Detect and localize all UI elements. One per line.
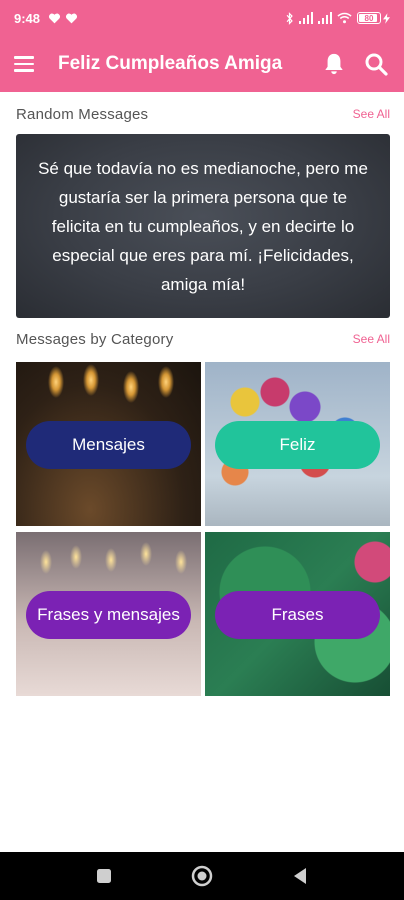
category-grid: Mensajes Feliz Frases y mensajes Frases — [16, 362, 390, 696]
category-tile-frases[interactable]: Frases — [205, 532, 390, 696]
signal-icon — [318, 12, 332, 24]
status-bar: 9:48 80 — [0, 0, 404, 36]
category-button-frases[interactable]: Frases — [215, 591, 380, 639]
app-title: Feliz Cumpleaños Amiga — [58, 53, 283, 74]
app-actions — [320, 50, 390, 78]
circle-icon[interactable] — [190, 864, 214, 888]
charging-icon — [383, 12, 390, 24]
random-see-all-link[interactable]: See All — [353, 107, 390, 121]
heart-icon — [49, 13, 61, 24]
status-right: 80 — [285, 11, 390, 25]
square-icon[interactable] — [92, 864, 116, 888]
status-time: 9:48 — [14, 10, 41, 26]
search-icon[interactable] — [362, 50, 390, 78]
random-message-text: Sé que todavía no es medianoche, pero me… — [38, 158, 368, 294]
bluetooth-icon — [286, 11, 293, 25]
random-messages-header: Random Messages See All — [16, 103, 390, 125]
heart-icon — [66, 13, 78, 24]
triangle-back-icon[interactable] — [288, 864, 312, 888]
category-header: Messages by Category See All — [16, 328, 390, 350]
category-button-feliz[interactable]: Feliz — [215, 421, 380, 469]
menu-icon[interactable] — [14, 50, 42, 78]
category-tile-frases-y-mensajes[interactable]: Frases y mensajes — [16, 532, 201, 696]
signal-icon — [299, 12, 313, 24]
status-notification-icons — [48, 12, 78, 24]
system-nav-bar — [0, 852, 404, 900]
category-button-mensajes[interactable]: Mensajes — [26, 421, 191, 469]
category-button-frases-y-mensajes[interactable]: Frases y mensajes — [26, 591, 191, 639]
category-tile-mensajes[interactable]: Mensajes — [16, 362, 201, 526]
wifi-icon — [337, 12, 352, 24]
category-see-all-link[interactable]: See All — [353, 332, 390, 346]
random-message-card[interactable]: Sé que todavía no es medianoche, pero me… — [16, 134, 390, 318]
app-bar: Feliz Cumpleaños Amiga — [0, 36, 404, 92]
random-messages-title: Random Messages — [16, 105, 149, 123]
battery-indicator: 80 — [357, 12, 390, 24]
bell-icon[interactable] — [320, 50, 348, 78]
category-title: Messages by Category — [16, 330, 174, 348]
battery-level: 80 — [364, 13, 374, 23]
category-tile-feliz[interactable]: Feliz — [205, 362, 390, 526]
